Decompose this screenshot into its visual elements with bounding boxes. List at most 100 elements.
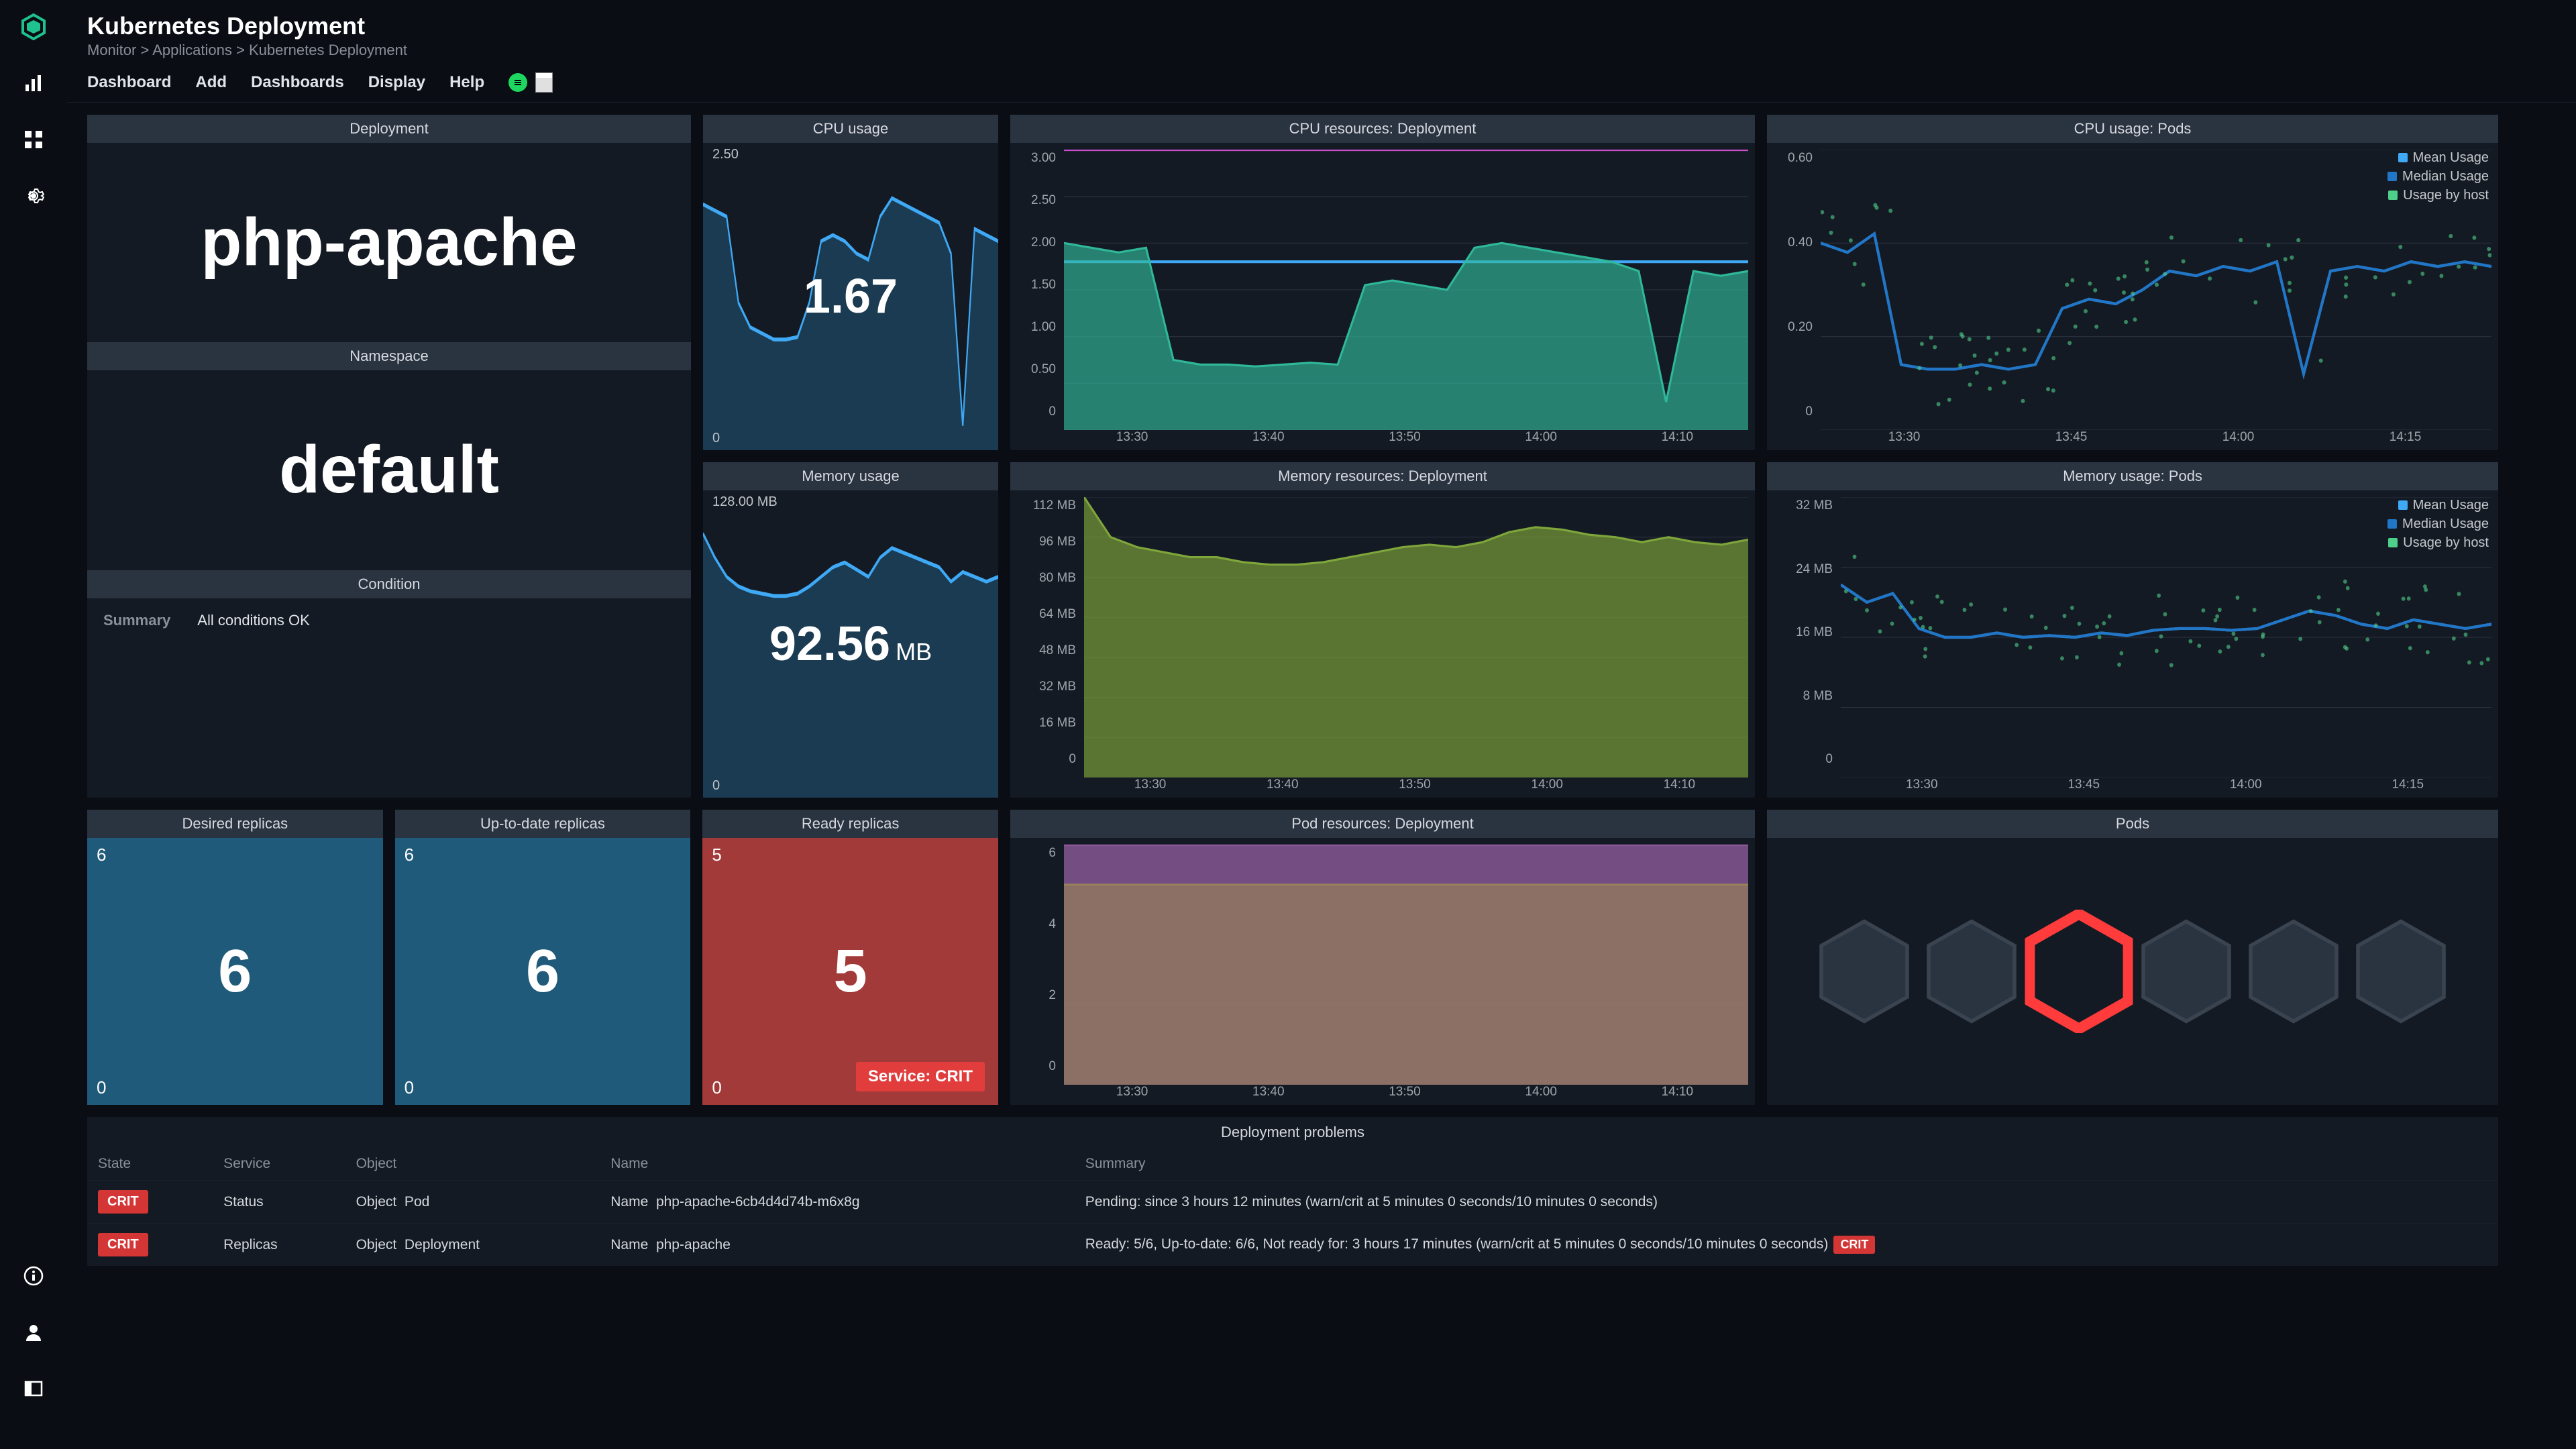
- table-row[interactable]: CRITStatusObject PodName php-apache-6cb4…: [87, 1181, 2498, 1224]
- cpu-min: 0: [712, 431, 720, 446]
- ready-max: 5: [712, 845, 721, 865]
- memory-usage-panel: Memory usage 128.00 MB 0 92.56MB: [703, 462, 998, 798]
- object-cell: Object Deployment: [345, 1224, 600, 1267]
- uptodate-max: 6: [405, 845, 414, 865]
- col-header: Name: [600, 1148, 1074, 1181]
- cpu-usage-title: CPU usage: [703, 115, 998, 143]
- problems-table: StateServiceObjectNameSummary CRITStatus…: [87, 1148, 2498, 1266]
- summary-cell: Ready: 5/6, Up-to-date: 6/6, Not ready f…: [1075, 1224, 2498, 1267]
- calendar-icon[interactable]: [535, 72, 553, 93]
- info-icon[interactable]: [17, 1260, 50, 1292]
- cpu-pods-yticks: 0.600.400.200: [1772, 143, 1813, 423]
- menubar: Dashboard Add Dashboards Display Help: [67, 63, 2576, 103]
- uptodate-title: Up-to-date replicas: [395, 810, 691, 838]
- left-sidebar: [0, 0, 67, 1449]
- pod-hex[interactable]: [2025, 910, 2133, 1033]
- cpu-usage-panel: CPU usage 2.50 0 1.67: [703, 115, 998, 450]
- hex-row: [1767, 838, 2498, 1105]
- col-header: Object: [345, 1148, 600, 1181]
- cpu-max: 2.50: [712, 147, 739, 162]
- cpu-usage-value: 1.67: [804, 269, 898, 324]
- memory-usage-value: 92.56MB: [769, 616, 932, 672]
- mem-res-yticks: 112 MB96 MB80 MB64 MB48 MB32 MB16 MB0: [1016, 490, 1076, 771]
- table-row[interactable]: CRIT ReplicasObject DeploymentName php-ap…: [87, 1224, 2498, 1267]
- name-cell: Name php-apache: [600, 1224, 1074, 1267]
- cpu-pods-panel: CPU usage: Pods Mean UsageMedian UsageUs…: [1767, 115, 2498, 450]
- col-header: Summary: [1075, 1148, 2498, 1181]
- pod-hex[interactable]: [2354, 918, 2448, 1025]
- problems-panel: Deployment problems StateServiceObjectNa…: [87, 1117, 2498, 1266]
- desired-max: 6: [97, 845, 106, 865]
- mem-res-title: Memory resources: Deployment: [1010, 462, 1755, 490]
- mem-pods-xticks: 13:3013:4514:0014:15: [1841, 777, 2489, 792]
- uptodate-value: 6: [395, 838, 691, 1105]
- page-header: Kubernetes Deployment Monitor > Applicat…: [67, 0, 2576, 63]
- pod-hex[interactable]: [1817, 918, 1911, 1025]
- mem-pods-yticks: 32 MB24 MB16 MB8 MB0: [1772, 490, 1833, 771]
- pod-resources-panel: Pod resources: Deployment 6420 13:3013:4…: [1010, 810, 1755, 1105]
- pod-res-chart: [1064, 845, 1748, 1085]
- user-icon[interactable]: [17, 1316, 50, 1348]
- mem-max: 128.00 MB: [712, 494, 777, 510]
- cpu-pods-title: CPU usage: Pods: [1767, 115, 2498, 143]
- uptodate-min: 0: [405, 1077, 414, 1098]
- service-crit-badge[interactable]: Service: CRIT: [856, 1062, 985, 1091]
- deployment-title: Deployment: [87, 115, 691, 143]
- pods-hex-panel: Pods: [1767, 810, 2498, 1105]
- namespace-title: Namespace: [87, 342, 691, 370]
- breadcrumb-monitor[interactable]: Monitor: [87, 42, 136, 58]
- page-title: Kubernetes Deployment: [87, 12, 2556, 40]
- namespace-value: default: [279, 431, 499, 508]
- memory-usage-title: Memory usage: [703, 462, 998, 490]
- menu-display[interactable]: Display: [368, 73, 425, 92]
- breadcrumb-current: Kubernetes Deployment: [249, 42, 407, 58]
- pod-hex[interactable]: [2139, 918, 2233, 1025]
- breadcrumb-applications[interactable]: Applications: [152, 42, 232, 58]
- cpu-resources-panel: CPU resources: Deployment 3.002.502.001.…: [1010, 115, 1755, 450]
- refresh-icon[interactable]: [508, 73, 527, 92]
- sidebar-toggle-icon[interactable]: [17, 1373, 50, 1405]
- pod-res-yticks: 6420: [1016, 838, 1056, 1078]
- service-cell: Replicas: [213, 1224, 345, 1267]
- name-cell: Name php-apache-6cb4d4d74b-m6x8g: [600, 1181, 1074, 1224]
- mem-min: 0: [712, 778, 720, 794]
- deployment-name: php-apache: [201, 204, 577, 281]
- grid-icon[interactable]: [17, 123, 50, 156]
- mem-res-xticks: 13:3013:4013:5014:0014:10: [1084, 777, 1746, 792]
- menu-dashboards[interactable]: Dashboards: [251, 73, 344, 92]
- deployment-panel: Deployment php-apache Namespace default …: [87, 115, 691, 798]
- pod-res-title: Pod resources: Deployment: [1010, 810, 1755, 838]
- memory-resources-panel: Memory resources: Deployment 112 MB96 MB…: [1010, 462, 1755, 798]
- ready-title: Ready replicas: [702, 810, 998, 838]
- cpu-res-chart: [1064, 150, 1748, 430]
- bars-icon[interactable]: [17, 67, 50, 99]
- menu-help[interactable]: Help: [449, 73, 484, 92]
- mem-res-chart: [1084, 497, 1748, 777]
- condition-label: Summary: [103, 612, 170, 629]
- breadcrumb: Monitor > Applications > Kubernetes Depl…: [87, 42, 2556, 59]
- mem-pods-legend: Mean UsageMedian UsageUsage by host: [2387, 496, 2489, 552]
- desired-min: 0: [97, 1077, 106, 1098]
- gear-icon[interactable]: [17, 180, 50, 212]
- cpu-res-xticks: 13:3013:4013:5014:0014:10: [1064, 430, 1746, 445]
- ready-min: 0: [712, 1077, 721, 1098]
- cpu-res-title: CPU resources: Deployment: [1010, 115, 1755, 143]
- pod-hex[interactable]: [2247, 918, 2341, 1025]
- condition-title: Condition: [87, 570, 691, 598]
- pod-hex[interactable]: [1925, 918, 2019, 1025]
- pods-hex-title: Pods: [1767, 810, 2498, 838]
- object-cell: Object Pod: [345, 1181, 600, 1224]
- state-badge: CRIT: [98, 1233, 148, 1256]
- col-header: State: [87, 1148, 213, 1181]
- menu-dashboard[interactable]: Dashboard: [87, 73, 171, 92]
- desired-title: Desired replicas: [87, 810, 383, 838]
- menu-add[interactable]: Add: [195, 73, 227, 92]
- mem-pods-title: Memory usage: Pods: [1767, 462, 2498, 490]
- memory-pods-panel: Memory usage: Pods Mean UsageMedian Usag…: [1767, 462, 2498, 798]
- col-header: Service: [213, 1148, 345, 1181]
- summary-cell: Pending: since 3 hours 12 minutes (warn/…: [1075, 1181, 2498, 1224]
- pod-res-xticks: 13:3013:4013:5014:0014:10: [1064, 1085, 1746, 1099]
- desired-value: 6: [87, 838, 383, 1105]
- logo-icon[interactable]: [17, 11, 50, 43]
- service-cell: Status: [213, 1181, 345, 1224]
